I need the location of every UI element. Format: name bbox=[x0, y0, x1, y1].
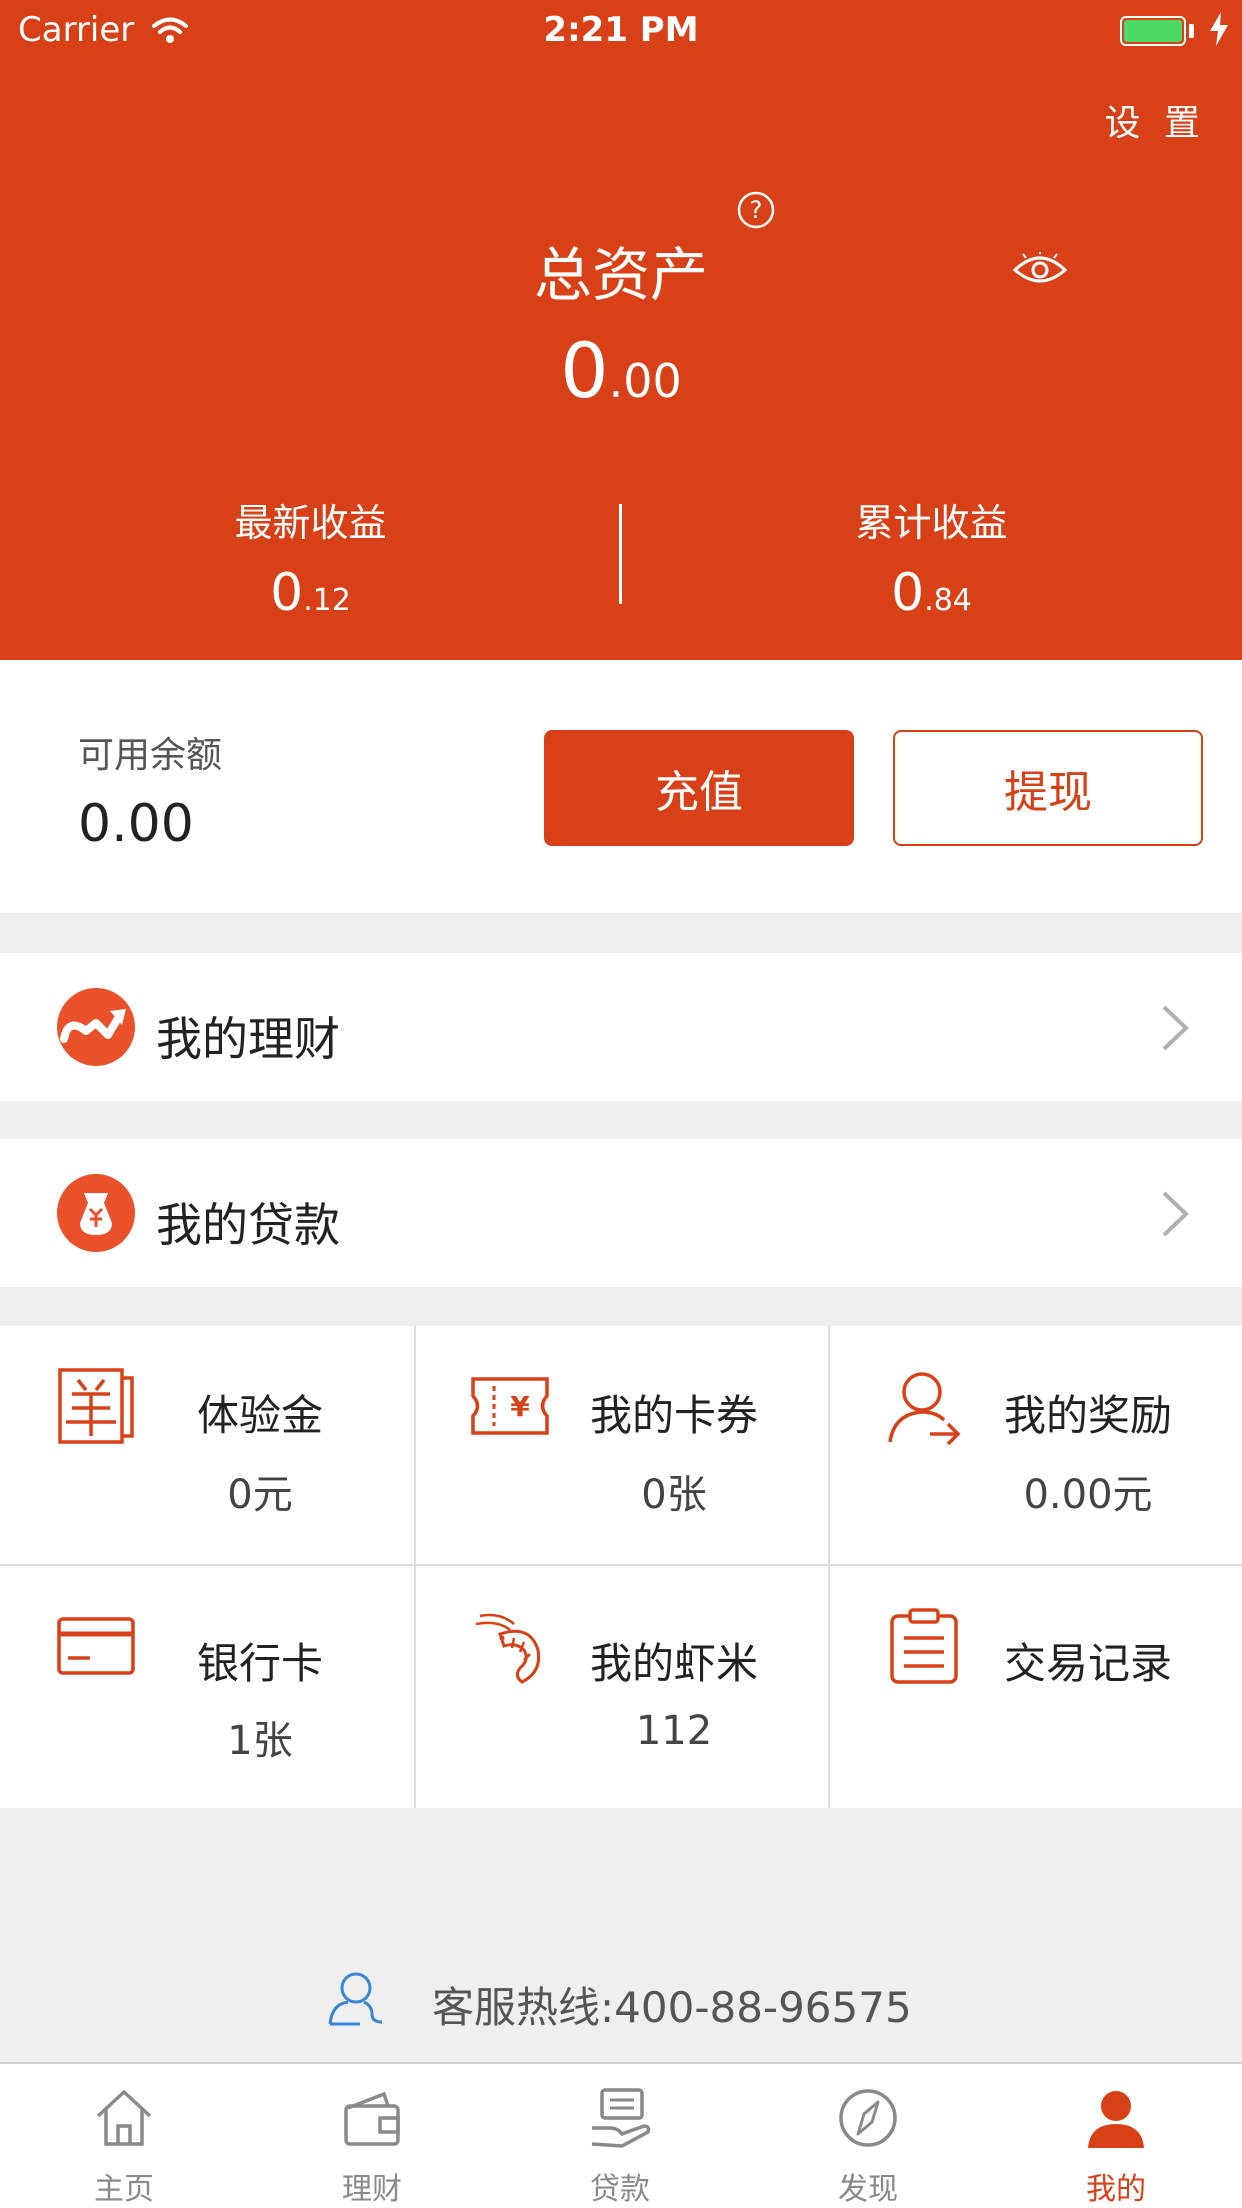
wallet-icon bbox=[248, 2086, 496, 2154]
tab-loan[interactable]: 贷款 bbox=[496, 2064, 744, 2208]
coupons-value: 0张 bbox=[641, 1472, 707, 1518]
status-bar: Carrier 2:21 PM bbox=[0, 0, 1242, 62]
total-assets-decimal: .00 bbox=[608, 354, 682, 408]
latest-earnings-label: 最新收益 bbox=[234, 501, 387, 545]
bank-card-value: 1张 bbox=[227, 1718, 293, 1764]
bottom-tab-bar: 主页 理财 贷款 发现 我的 bbox=[0, 2062, 1242, 2208]
tab-wealth-label: 理财 bbox=[342, 2172, 402, 2207]
chevron-right-icon bbox=[1160, 1189, 1190, 1243]
my-loans-label: 我的贷款 bbox=[156, 1198, 340, 1252]
voucher-yang-icon bbox=[56, 1366, 136, 1450]
settings-button[interactable]: 设 置 bbox=[1105, 94, 1206, 146]
tab-loan-label: 贷款 bbox=[590, 2172, 650, 2207]
tab-mine-label: 我的 bbox=[1086, 2172, 1146, 2207]
trial-fund-cell[interactable]: 体验金 0元 bbox=[0, 1326, 414, 1566]
coupon-yuan-icon: ¥ bbox=[470, 1366, 550, 1440]
shrimp-points-cell[interactable]: 我的虾米 112 bbox=[414, 1566, 828, 1806]
trial-fund-title: 体验金 bbox=[196, 1391, 323, 1440]
latest-earnings-value: 0.12 bbox=[0, 563, 621, 623]
compass-icon bbox=[744, 2086, 992, 2154]
user-share-icon bbox=[884, 1366, 964, 1450]
shrimp-icon bbox=[470, 1606, 550, 1690]
help-icon[interactable]: ? bbox=[736, 190, 776, 234]
loan-icon bbox=[496, 2086, 744, 2154]
bank-card-title: 银行卡 bbox=[196, 1639, 323, 1688]
asset-header: Carrier 2:21 PM 设 置 总资产 ? 0.00 最新收益 0.12… bbox=[0, 0, 1242, 660]
cumulative-earnings-label: 累计收益 bbox=[855, 501, 1008, 545]
cumulative-earnings-decimal: .84 bbox=[924, 583, 972, 618]
transaction-records-title: 交易记录 bbox=[1003, 1639, 1172, 1688]
coupons-cell[interactable]: ¥ 我的卡券 0张 bbox=[414, 1326, 828, 1566]
recharge-button[interactable]: 充值 bbox=[544, 730, 854, 846]
available-balance-label: 可用余额 bbox=[78, 735, 223, 776]
tab-mine[interactable]: 我的 bbox=[992, 2064, 1242, 2208]
rewards-cell[interactable]: 我的奖励 0.00元 bbox=[828, 1326, 1242, 1566]
loan-money-bag-icon bbox=[56, 1173, 136, 1257]
battery-tip bbox=[1189, 24, 1194, 38]
cumulative-earnings-value: 0.84 bbox=[621, 563, 1242, 623]
coupons-title: 我的卡券 bbox=[589, 1391, 758, 1440]
cumulative-earnings: 累计收益 0.84 bbox=[621, 492, 1242, 623]
tab-home[interactable]: 主页 bbox=[0, 2064, 248, 2208]
total-assets-integer: 0 bbox=[560, 326, 609, 415]
available-balance-value: 0.00 bbox=[78, 794, 194, 854]
chevron-right-icon bbox=[1160, 1003, 1190, 1057]
latest-earnings-integer: 0 bbox=[270, 563, 304, 623]
tab-wealth[interactable]: 理财 bbox=[248, 2064, 496, 2208]
profile-icon bbox=[992, 2086, 1240, 2154]
svg-text:?: ? bbox=[750, 196, 763, 224]
charging-icon bbox=[1210, 12, 1228, 55]
cumulative-earnings-integer: 0 bbox=[891, 563, 925, 623]
tab-discover[interactable]: 发现 bbox=[744, 2064, 992, 2208]
shrimp-points-title: 我的虾米 bbox=[589, 1639, 758, 1688]
investment-trend-icon bbox=[56, 987, 136, 1071]
customer-service-icon[interactable] bbox=[326, 1968, 386, 2032]
status-time: 2:21 PM bbox=[543, 10, 699, 50]
my-investments-label: 我的理财 bbox=[156, 1012, 340, 1066]
clipboard-icon bbox=[884, 1606, 964, 1690]
svg-text:¥: ¥ bbox=[510, 1390, 530, 1423]
rewards-title: 我的奖励 bbox=[1003, 1391, 1172, 1440]
latest-earnings-decimal: .12 bbox=[303, 583, 351, 618]
latest-earnings: 最新收益 0.12 bbox=[0, 492, 621, 623]
bank-card-cell[interactable]: 银行卡 1张 bbox=[0, 1566, 414, 1806]
battery-icon bbox=[1120, 16, 1186, 46]
trial-fund-value: 0元 bbox=[227, 1472, 293, 1518]
tab-home-label: 主页 bbox=[94, 2172, 154, 2207]
my-loans-row[interactable]: 我的贷款 bbox=[0, 1139, 1242, 1287]
transaction-records-cell[interactable]: 交易记录 bbox=[828, 1566, 1242, 1806]
app-screen: Carrier 2:21 PM 设 置 总资产 ? 0.00 最新收益 0.12… bbox=[0, 0, 1242, 2208]
balance-card: 可用余额 0.00 充值 提现 bbox=[0, 660, 1242, 913]
customer-service-hotline[interactable]: 客服热线:400-88-96575 bbox=[432, 1974, 912, 2035]
shrimp-points-value: 112 bbox=[635, 1708, 713, 1754]
tab-discover-label: 发现 bbox=[838, 2172, 898, 2207]
bank-card-icon bbox=[56, 1606, 136, 1680]
rewards-value: 0.00元 bbox=[1023, 1472, 1153, 1518]
eye-icon[interactable] bbox=[1012, 250, 1068, 292]
withdraw-button[interactable]: 提现 bbox=[893, 730, 1203, 846]
my-investments-row[interactable]: 我的理财 bbox=[0, 953, 1242, 1101]
home-icon bbox=[0, 2086, 248, 2154]
feature-grid: 体验金 0元 ¥ 我的卡券 0张 我的奖励 0.00元 银行卡 1张 我的虾米 … bbox=[0, 1326, 1242, 1808]
total-assets-value: 0.00 bbox=[0, 326, 1242, 415]
